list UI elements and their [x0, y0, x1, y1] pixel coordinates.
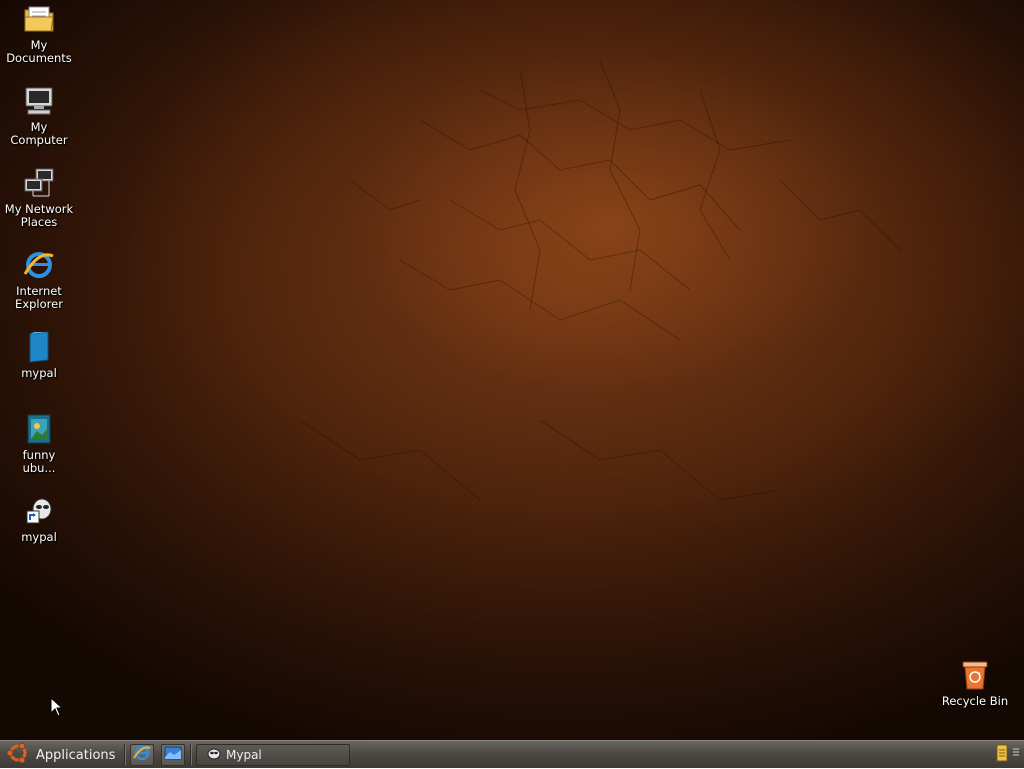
desktop-icon-label: mypal — [21, 366, 57, 380]
network-places-icon — [22, 166, 56, 200]
system-tray — [996, 744, 1020, 766]
internet-explorer-icon — [22, 248, 56, 282]
show-desktop-icon — [164, 745, 182, 765]
desktop-icon-my-documents[interactable]: My Documents — [0, 2, 78, 65]
desktop-icon-my-computer[interactable]: My Computer — [0, 84, 78, 147]
taskbar: Applications Mypal — [0, 740, 1024, 768]
desktop-icon-mypal[interactable]: mypal — [0, 330, 78, 380]
desktop[interactable]: My Documents My Computer My Network Plac… — [0, 0, 1024, 740]
task-label: Mypal — [226, 748, 262, 762]
applications-label: Applications — [36, 747, 116, 763]
recycle-bin-icon — [958, 658, 992, 692]
desktop-icon-label: Recycle Bin — [941, 694, 1009, 708]
desktop-icon-label: Internet Explorer — [15, 284, 63, 311]
taskbar-separator — [190, 744, 191, 765]
mouse-cursor-icon — [50, 696, 64, 721]
wallpaper-texture — [299, 59, 901, 501]
desktop-icon-label: mypal — [21, 530, 57, 544]
handle-icon[interactable] — [1012, 745, 1020, 765]
desktop-icon-recycle-bin[interactable]: Recycle Bin — [936, 658, 1014, 708]
ubuntu-logo-icon — [6, 741, 30, 769]
task-button-mypal[interactable]: Mypal — [196, 744, 350, 766]
image-file-icon — [22, 412, 56, 446]
quicklaunch-show-desktop[interactable] — [161, 744, 185, 766]
mypal-icon — [205, 746, 221, 765]
desktop-icon-internet-explorer[interactable]: Internet Explorer — [0, 248, 78, 311]
computer-icon — [22, 84, 56, 118]
desktop-icon-mypal-shortcut[interactable]: mypal — [0, 494, 78, 544]
folder-documents-icon — [22, 2, 56, 36]
applications-menu-button[interactable]: Applications — [4, 741, 121, 769]
taskbar-separator — [124, 744, 125, 765]
quicklaunch-internet-explorer[interactable] — [130, 744, 154, 766]
desktop-icon-funny-ubu[interactable]: funny ubu... — [0, 412, 78, 475]
desktop-icon-label: My Documents — [6, 38, 72, 65]
desktop-icon-label: My Computer — [10, 120, 68, 147]
notes-icon[interactable] — [996, 744, 1008, 766]
mypal-shortcut-icon — [22, 494, 56, 528]
desktop-icon-my-network-places[interactable]: My Network Places — [0, 166, 78, 229]
desktop-icon-label: funny ubu... — [22, 448, 56, 475]
internet-explorer-icon — [133, 744, 151, 766]
mypal-blue-icon — [22, 330, 56, 364]
desktop-icon-label: My Network Places — [4, 202, 74, 229]
